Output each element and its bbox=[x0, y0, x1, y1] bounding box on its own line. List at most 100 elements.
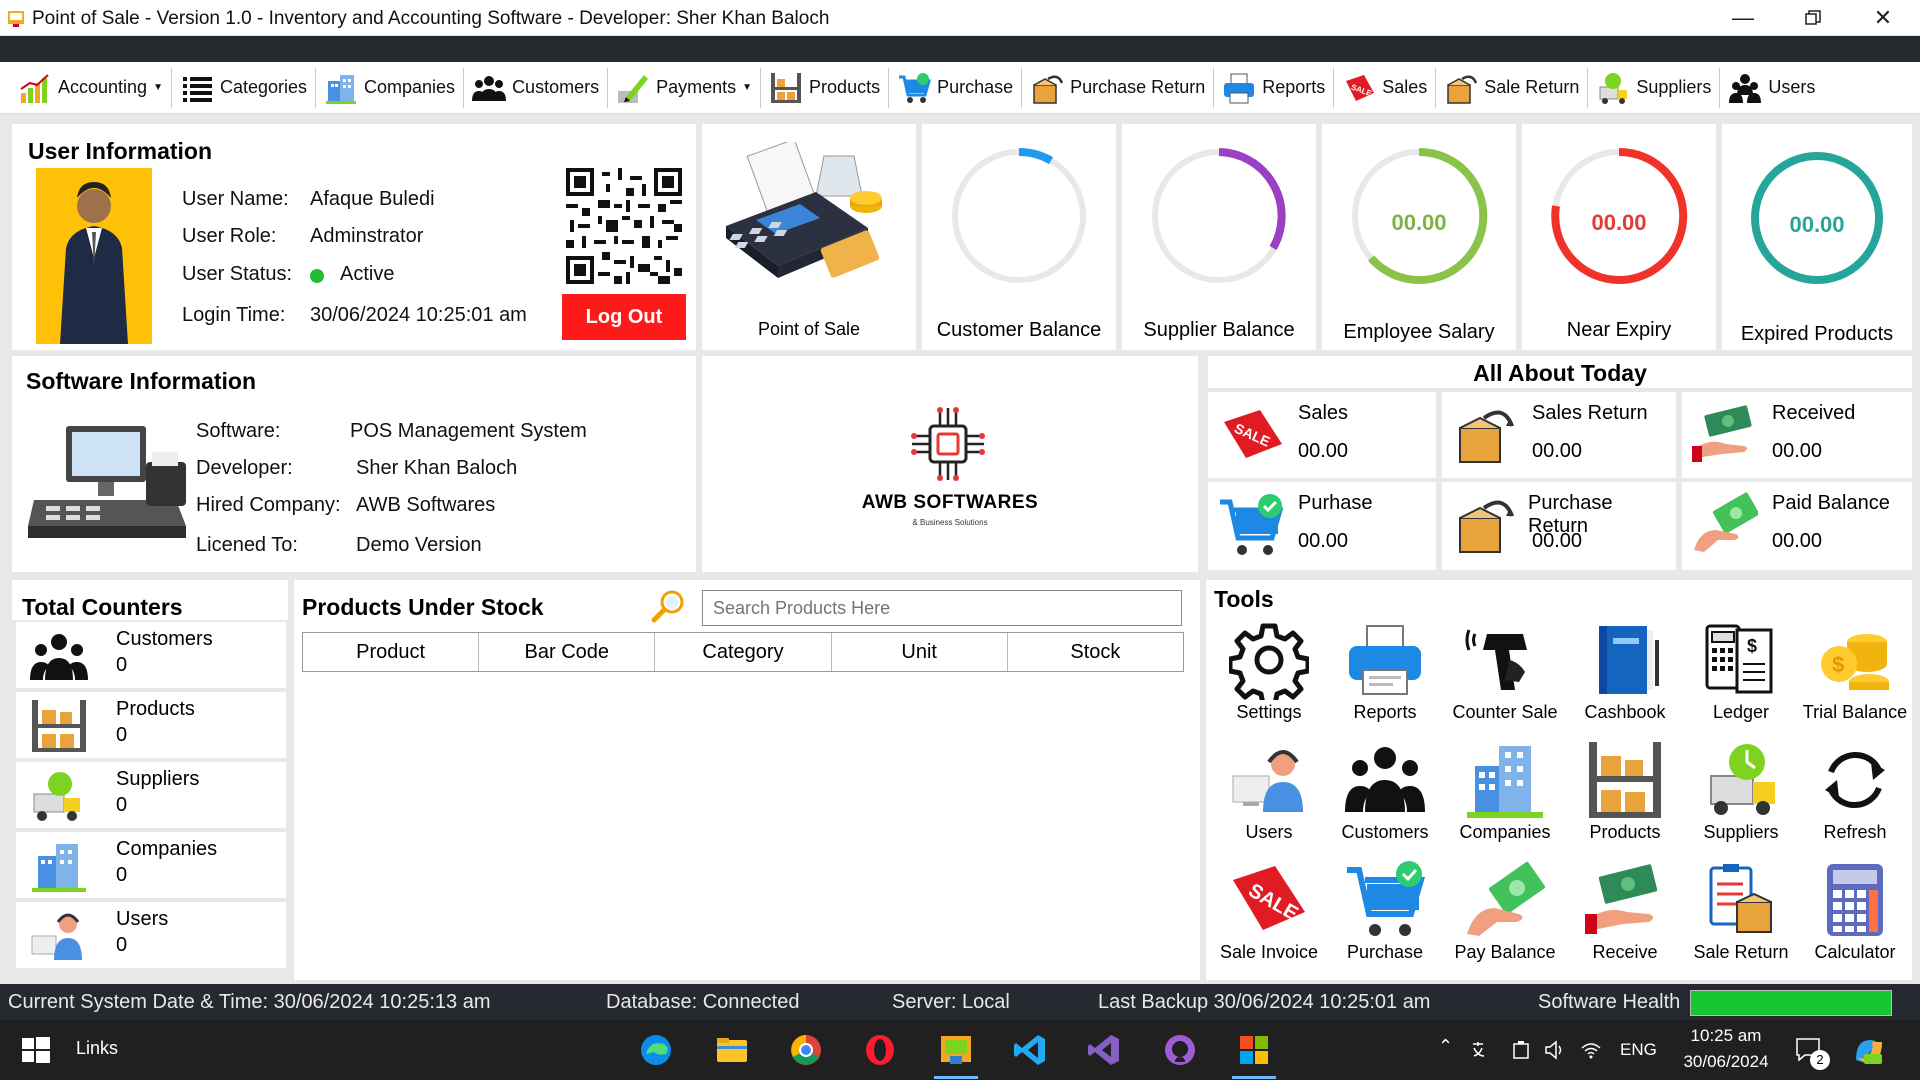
search-products-input[interactable] bbox=[702, 590, 1182, 626]
column-product[interactable]: Product bbox=[303, 633, 480, 671]
counter-users[interactable]: Users 0 bbox=[16, 902, 286, 968]
tool-companies[interactable]: Companies bbox=[1446, 740, 1564, 843]
company-label: Hired Company: bbox=[196, 494, 341, 516]
tool-cashbook-label: Cashbook bbox=[1584, 702, 1666, 722]
supplier-balance-card[interactable]: Supplier Balance bbox=[1122, 124, 1316, 350]
counter-customers[interactable]: Customers 0 bbox=[16, 622, 286, 688]
tool-reports[interactable]: Reports bbox=[1326, 620, 1444, 723]
vscode-icon[interactable] bbox=[1012, 1032, 1048, 1068]
near-expiry-card[interactable]: 00.00 Near Expiry bbox=[1522, 124, 1716, 350]
copilot-icon[interactable] bbox=[1852, 1034, 1886, 1066]
wifi-icon[interactable] bbox=[1580, 1040, 1602, 1060]
pos-card[interactable]: Point of Sale bbox=[702, 124, 916, 350]
tool-counter-sale[interactable]: Counter Sale bbox=[1446, 620, 1564, 723]
github-desktop-icon[interactable] bbox=[1162, 1032, 1198, 1068]
chevron-up-icon[interactable]: ⌃ bbox=[1438, 1036, 1453, 1057]
counter-suppliers-label: Suppliers bbox=[116, 768, 200, 790]
tool-sale-invoice[interactable]: SALE Sale Invoice bbox=[1210, 860, 1328, 963]
tool-pay-balance[interactable]: Pay Balance bbox=[1446, 860, 1564, 963]
tool-cashbook[interactable]: Cashbook bbox=[1566, 620, 1684, 723]
counter-companies[interactable]: Companies 0 bbox=[16, 832, 286, 898]
user-status-value: Active bbox=[340, 263, 395, 285]
opera-icon[interactable] bbox=[862, 1032, 898, 1068]
taskbar-links[interactable]: Links bbox=[76, 1038, 118, 1059]
restore-button[interactable] bbox=[1778, 0, 1848, 36]
menu-reports[interactable]: Reports bbox=[1214, 67, 1335, 108]
tool-settings[interactable]: Settings bbox=[1210, 620, 1328, 723]
tool-ledger-label: Ledger bbox=[1712, 702, 1770, 722]
restore-icon bbox=[1805, 10, 1821, 25]
today-sales-return[interactable]: Sales Return 00.00 bbox=[1442, 392, 1676, 478]
menu-purchase-return[interactable]: Purchase Return bbox=[1022, 67, 1215, 108]
counter-customers-value: 0 bbox=[116, 654, 128, 676]
near-expiry-value: 00.00 bbox=[1591, 210, 1647, 235]
menu-accounting[interactable]: Accounting ▼ bbox=[10, 67, 172, 108]
svg-text:$: $ bbox=[1832, 652, 1844, 677]
box-return-icon bbox=[1459, 410, 1514, 463]
taskbar-date[interactable]: 30/06/2024 bbox=[1672, 1052, 1780, 1072]
counter-suppliers[interactable]: Suppliers 0 bbox=[16, 762, 286, 828]
customer-balance-label: Customer Balance bbox=[936, 319, 1102, 341]
edge-icon[interactable] bbox=[638, 1032, 674, 1068]
windows-start-icon[interactable] bbox=[18, 1032, 54, 1068]
tool-trial-balance[interactable]: $ Trial Balance bbox=[1796, 620, 1914, 723]
tool-receive[interactable]: Receive bbox=[1566, 860, 1684, 963]
tool-purchase[interactable]: Purchase bbox=[1326, 860, 1444, 963]
menu-companies[interactable]: Companies bbox=[316, 67, 465, 108]
developer-value: Sher Khan Baloch bbox=[356, 457, 518, 479]
app-window-icon[interactable] bbox=[938, 1032, 974, 1068]
menu-sales[interactable]: SALE Sales bbox=[1334, 67, 1437, 108]
tool-customers[interactable]: Customers bbox=[1326, 740, 1444, 843]
status-backup: Last Backup 30/06/2024 10:25:01 am bbox=[1098, 991, 1431, 1013]
menu-products[interactable]: Products bbox=[761, 67, 890, 108]
menu-categories[interactable]: Categories bbox=[172, 67, 317, 108]
taskbar-time[interactable]: 10:25 am bbox=[1686, 1026, 1766, 1046]
volume-icon[interactable] bbox=[1544, 1040, 1566, 1060]
menu-purchase[interactable]: Purchase bbox=[889, 67, 1023, 108]
health-progress-fill bbox=[1691, 991, 1891, 1015]
language-indicator[interactable]: ENG bbox=[1620, 1040, 1657, 1060]
tool-products[interactable]: Products bbox=[1566, 740, 1684, 843]
employee-salary-card[interactable]: 00.00 Employee Salary bbox=[1322, 124, 1516, 350]
column-bar-code[interactable]: Bar Code bbox=[479, 633, 656, 671]
tool-refresh[interactable]: Refresh bbox=[1796, 740, 1914, 843]
today-purchase-return[interactable]: Purchase Return 00.00 bbox=[1442, 482, 1676, 570]
menu-suppliers[interactable]: Suppliers bbox=[1588, 67, 1721, 108]
today-paid-balance-label: Paid Balance bbox=[1772, 492, 1890, 514]
tool-users[interactable]: Users bbox=[1210, 740, 1328, 843]
chevron-down-icon: ▼ bbox=[153, 82, 163, 93]
chrome-icon[interactable] bbox=[788, 1032, 824, 1068]
menu-customers[interactable]: Customers bbox=[464, 67, 609, 108]
battery-icon[interactable] bbox=[1510, 1040, 1532, 1060]
today-paid-balance[interactable]: Paid Balance 00.00 bbox=[1682, 482, 1912, 570]
minimize-button[interactable]: — bbox=[1708, 0, 1778, 36]
printer-icon bbox=[1224, 73, 1255, 103]
tool-calculator[interactable]: Calculator bbox=[1796, 860, 1914, 963]
close-button[interactable]: ✕ bbox=[1848, 0, 1918, 36]
counter-products[interactable]: Products 0 bbox=[16, 692, 286, 758]
tool-ledger[interactable]: $ Ledger bbox=[1682, 620, 1800, 723]
search-icon[interactable] bbox=[650, 588, 686, 624]
expired-products-card[interactable]: 00.00 Expired Products bbox=[1722, 124, 1912, 350]
tool-suppliers[interactable]: Suppliers bbox=[1682, 740, 1800, 843]
tool-sale-return[interactable]: Sale Return bbox=[1682, 860, 1800, 963]
menu-sale-return[interactable]: Sale Return bbox=[1436, 67, 1589, 108]
customer-balance-card[interactable]: Customer Balance bbox=[922, 124, 1116, 350]
visual-studio-icon[interactable] bbox=[1086, 1032, 1122, 1068]
menu-payments[interactable]: Payments ▼ bbox=[608, 67, 762, 108]
file-explorer-icon[interactable] bbox=[714, 1032, 750, 1068]
app-store-icon[interactable] bbox=[1236, 1032, 1272, 1068]
status-database: Database: Connected bbox=[606, 991, 800, 1013]
language-ime-icon[interactable] bbox=[1470, 1040, 1494, 1060]
column-unit[interactable]: Unit bbox=[832, 633, 1008, 671]
today-received[interactable]: Received 00.00 bbox=[1682, 392, 1912, 478]
column-category[interactable]: Category bbox=[655, 633, 832, 671]
menu-users[interactable]: Users bbox=[1720, 68, 1823, 108]
column-stock[interactable]: Stock bbox=[1008, 633, 1183, 671]
logout-button[interactable]: Log Out bbox=[562, 294, 686, 340]
today-purchase[interactable]: Purhase 00.00 bbox=[1208, 482, 1436, 570]
clipboard-box-icon bbox=[1709, 864, 1772, 933]
today-sales[interactable]: SALE Sales 00.00 bbox=[1208, 392, 1436, 478]
status-server: Server: Local bbox=[892, 991, 1010, 1013]
status-health-label: Software Health bbox=[1538, 991, 1681, 1013]
